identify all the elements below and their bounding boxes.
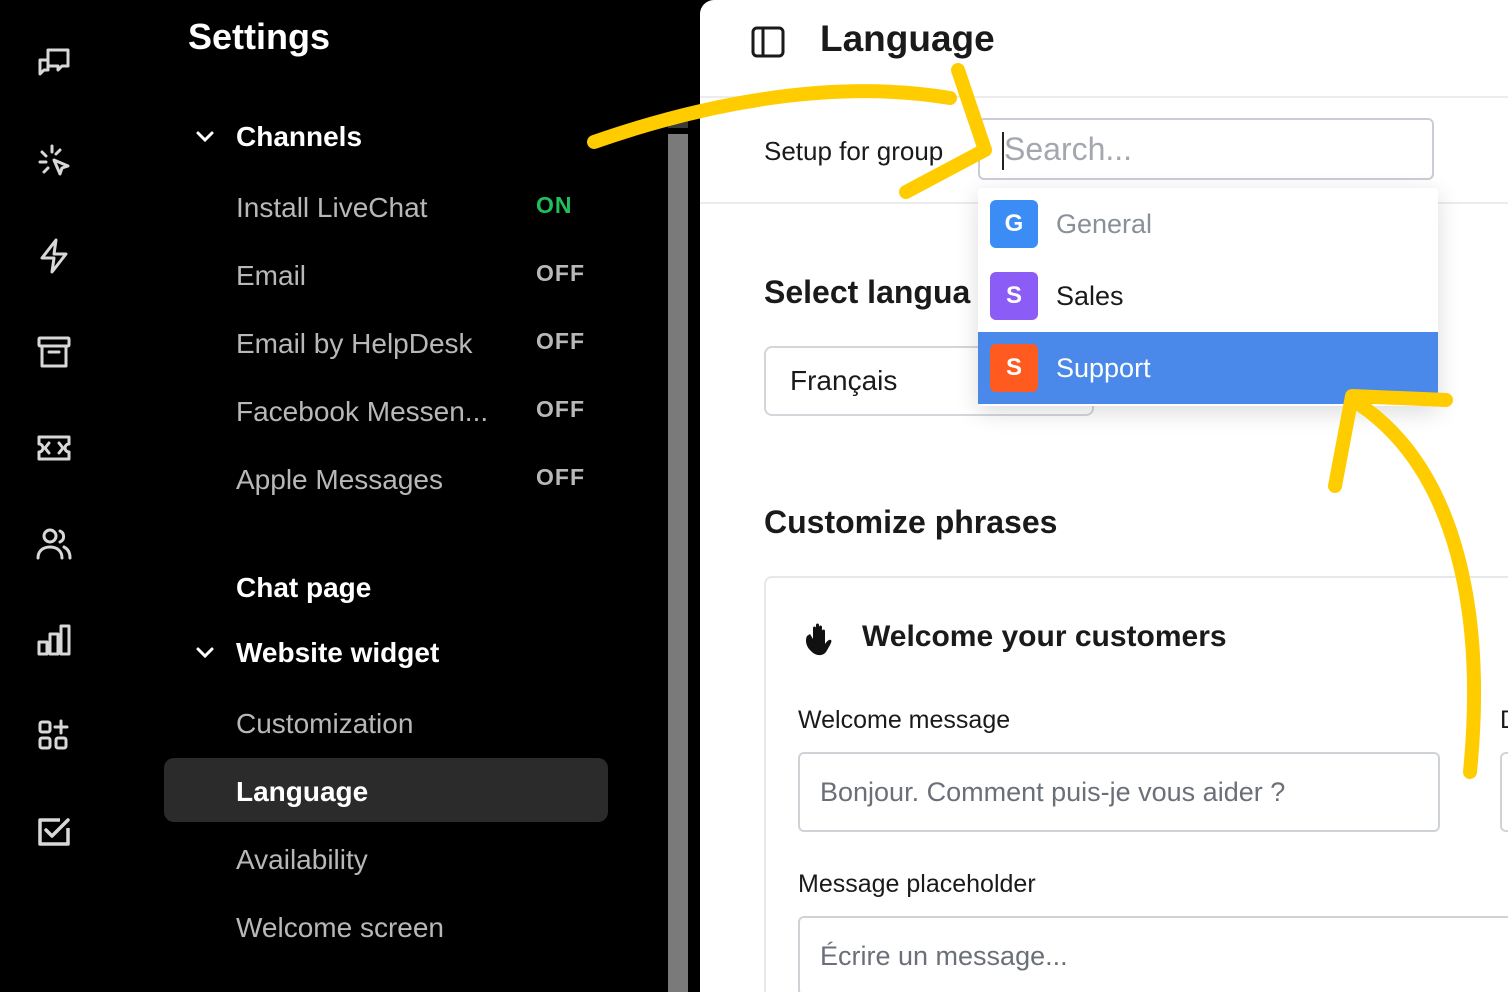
nav-title: Settings	[188, 16, 331, 57]
nav-group-label: Website widget	[236, 637, 440, 668]
scrollbar-track-top	[668, 118, 688, 128]
group-search[interactable]	[978, 118, 1434, 180]
engage-icon[interactable]	[30, 136, 78, 184]
chats-icon[interactable]	[30, 40, 78, 88]
cut-off-field[interactable]	[1500, 752, 1508, 832]
apps-icon[interactable]	[30, 712, 78, 760]
nav-item-email-helpdesk[interactable]: Email by HelpDesk	[236, 328, 473, 360]
nav-item-chat-page[interactable]: Chat page	[236, 572, 371, 604]
option-label: Support	[1056, 352, 1151, 383]
main-panel: Language Setup for group Select langua F…	[700, 0, 1508, 992]
automate-icon[interactable]	[30, 232, 78, 280]
status-badge: ON	[536, 192, 573, 218]
wave-hand-icon	[800, 620, 840, 660]
group-badge: G	[990, 200, 1038, 248]
card-title: Welcome your customers	[862, 620, 1227, 653]
icon-rail	[0, 0, 108, 992]
reports-icon[interactable]	[30, 616, 78, 664]
message-placeholder-input[interactable]	[800, 918, 1508, 992]
nav-group-channels[interactable]: Channels	[188, 120, 362, 154]
chevron-down-icon	[188, 120, 222, 154]
message-placeholder-label: Message placeholder	[798, 870, 1036, 898]
group-badge: S	[990, 272, 1038, 320]
archive-icon[interactable]	[30, 328, 78, 376]
message-placeholder-field[interactable]	[798, 916, 1508, 992]
dropdown-option-support[interactable]: S Support	[978, 332, 1438, 404]
tickets-icon[interactable]	[30, 424, 78, 472]
setup-group-label: Setup for group	[764, 136, 944, 166]
option-label: Sales	[1056, 280, 1124, 311]
cut-off-label: D	[1500, 706, 1508, 735]
nav-group-website-widget[interactable]: Website widget	[188, 636, 439, 670]
dropdown-option-sales[interactable]: S Sales	[978, 260, 1438, 332]
nav-item-email[interactable]: Email	[236, 260, 306, 292]
dropdown-option-general[interactable]: G General	[978, 188, 1438, 260]
settings-nav: Settings Channels Install LiveChat ON Em…	[108, 0, 700, 992]
welcome-message-label: Welcome message	[798, 706, 1011, 734]
status-badge: OFF	[536, 464, 585, 490]
select-language-heading: Select langua	[764, 274, 971, 310]
nav-item-availability[interactable]: Availability	[236, 844, 368, 876]
group-search-input[interactable]	[980, 120, 1432, 178]
team-icon[interactable]	[30, 520, 78, 568]
language-select-value: Français	[790, 365, 898, 396]
welcome-card: Welcome your customers Welcome message D…	[764, 576, 1508, 992]
checklist-icon[interactable]	[30, 808, 78, 856]
status-badge: OFF	[536, 396, 585, 422]
welcome-message-input[interactable]	[800, 754, 1438, 830]
nav-item-language[interactable]: Language	[236, 776, 368, 808]
customize-heading: Customize phrases	[764, 504, 1058, 540]
option-label: General	[1056, 208, 1153, 239]
nav-item-install-livechat[interactable]: Install LiveChat	[236, 192, 427, 224]
nav-item-apple-messages[interactable]: Apple Messages	[236, 464, 443, 496]
nav-item-facebook-messenger[interactable]: Facebook Messen...	[236, 396, 488, 428]
nav-active-highlight	[164, 758, 608, 822]
nav-group-label: Channels	[236, 121, 363, 152]
group-dropdown: G General S Sales S Support	[978, 188, 1438, 406]
nav-item-customization[interactable]: Customization	[236, 708, 413, 740]
sidebar-toggle-icon[interactable]	[750, 24, 786, 60]
group-badge: S	[990, 344, 1038, 392]
chevron-down-icon	[188, 636, 222, 670]
divider	[700, 96, 1508, 98]
text-caret	[1002, 132, 1004, 170]
status-badge: OFF	[536, 328, 585, 354]
nav-item-welcome-screen[interactable]: Welcome screen	[236, 912, 444, 944]
status-badge: OFF	[536, 260, 585, 286]
welcome-message-field[interactable]	[798, 752, 1440, 832]
page-title: Language	[820, 18, 995, 59]
nav-scrollbar[interactable]	[668, 134, 688, 992]
